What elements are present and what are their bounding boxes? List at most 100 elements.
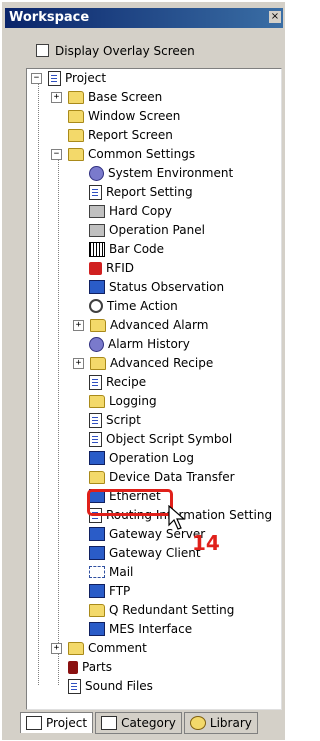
expand-icon[interactable]: + <box>51 91 62 103</box>
tree-item-hard-copy[interactable]: Hard Copy <box>89 202 172 220</box>
folder-icon <box>90 318 106 332</box>
tree-item-base-screen[interactable]: + Base Screen <box>51 88 162 106</box>
tree-item-gateway-client[interactable]: Gateway Client <box>89 544 201 562</box>
tree-item-label: Hard Copy <box>109 204 172 218</box>
folder-icon <box>68 90 84 104</box>
gateway-client-icon <box>89 546 105 560</box>
tree-line <box>58 157 59 685</box>
barcode-icon <box>89 241 105 257</box>
clock-icon <box>89 299 103 313</box>
tree-line <box>38 81 39 685</box>
tree-item-label: Bar Code <box>109 242 165 256</box>
operation-panel-icon <box>89 223 105 237</box>
tree-item-operation-log[interactable]: Operation Log <box>89 449 194 467</box>
tree-item-parts[interactable]: Parts <box>68 658 112 676</box>
display-overlay-checkbox[interactable] <box>36 44 49 57</box>
expand-icon[interactable]: + <box>73 357 84 369</box>
folder-icon <box>89 470 105 484</box>
tab-library[interactable]: Library <box>183 712 258 734</box>
tree-item-label: Gateway Server <box>109 527 206 541</box>
report-setting-icon <box>89 184 102 200</box>
tree-item-label: Recipe <box>106 375 147 389</box>
display-overlay-option[interactable]: Display Overlay Screen <box>36 44 195 60</box>
tree-item-report-screen[interactable]: Report Screen <box>68 126 173 144</box>
tree-item-label: Advanced Alarm <box>110 318 209 332</box>
expand-icon[interactable]: + <box>73 319 84 331</box>
tree-item-mail[interactable]: Mail <box>89 563 133 581</box>
close-icon[interactable]: × <box>269 11 281 23</box>
operation-log-icon <box>89 451 105 465</box>
folder-icon <box>90 356 106 370</box>
tree-item-label: Device Data Transfer <box>109 470 235 484</box>
tree-item-advanced-alarm[interactable]: + Advanced Alarm <box>73 316 208 334</box>
tree-item-time-action[interactable]: Time Action <box>89 297 178 315</box>
tree-item-comment[interactable]: + Comment <box>51 639 147 657</box>
folder-icon <box>68 109 84 123</box>
tree-item-window-screen[interactable]: Window Screen <box>68 107 180 125</box>
display-overlay-label: Display Overlay Screen <box>55 44 195 58</box>
collapse-icon[interactable]: − <box>31 72 42 84</box>
workspace-titlebar[interactable]: Workspace × <box>5 8 283 28</box>
tree-item-system-environment[interactable]: System Environment <box>89 164 233 182</box>
tree-item-ftp[interactable]: FTP <box>89 582 130 600</box>
alarm-history-icon <box>89 336 104 352</box>
tree-item-label: Project <box>65 71 107 85</box>
tree-item-script[interactable]: Script <box>89 411 141 429</box>
folder-icon <box>89 394 105 408</box>
tree-item-project[interactable]: − Project <box>31 69 106 87</box>
tree-item-object-script-symbol[interactable]: Object Script Symbol <box>89 430 232 448</box>
expand-icon[interactable]: + <box>51 642 62 654</box>
tree-item-gateway-server[interactable]: Gateway Server <box>89 525 205 543</box>
tab-project[interactable]: Project <box>20 712 94 733</box>
workspace-tabs: Project Category Library <box>20 712 260 734</box>
tab-category[interactable]: Category <box>95 712 182 734</box>
tree-item-label: Parts <box>82 660 112 674</box>
hard-copy-icon <box>89 204 105 218</box>
project-icon <box>26 716 42 730</box>
system-environment-icon <box>89 165 104 181</box>
tree-item-label: Base Screen <box>88 90 163 104</box>
tree-item-status-observation[interactable]: Status Observation <box>89 278 224 296</box>
rfid-icon <box>89 261 102 275</box>
parts-icon <box>68 660 78 674</box>
tree-item-label: Operation Log <box>109 451 194 465</box>
tree-item-q-redundant-setting[interactable]: Q Redundant Setting <box>89 601 234 619</box>
gateway-server-icon <box>89 527 105 541</box>
workspace-title: Workspace <box>9 10 90 25</box>
script-icon <box>89 412 102 428</box>
tree-item-label: Time Action <box>107 299 178 313</box>
tree-item-label: Script <box>106 413 141 427</box>
tree-item-logging[interactable]: Logging <box>89 392 157 410</box>
tree-item-report-setting[interactable]: Report Setting <box>89 183 193 201</box>
category-icon <box>101 716 118 730</box>
tree-item-mes-interface[interactable]: MES Interface <box>89 620 192 638</box>
q-redundant-icon <box>89 603 105 617</box>
collapse-icon[interactable]: − <box>51 148 62 160</box>
recipe-icon <box>89 374 102 390</box>
tree-item-label: Window Screen <box>88 109 181 123</box>
tree-item-sound-files[interactable]: Sound Files <box>68 677 153 695</box>
tree-item-advanced-recipe[interactable]: + Advanced Recipe <box>73 354 213 372</box>
tree-item-rfid[interactable]: RFID <box>89 259 134 277</box>
tree-item-operation-panel[interactable]: Operation Panel <box>89 221 205 239</box>
tab-label: Category <box>121 716 176 730</box>
tree-item-label: Mail <box>109 565 134 579</box>
library-icon <box>189 716 206 730</box>
tree-item-label: Advanced Recipe <box>110 356 214 370</box>
tree-item-alarm-history[interactable]: Alarm History <box>89 335 190 353</box>
ethernet-highlight-box <box>87 489 173 516</box>
tree-item-label: System Environment <box>108 166 234 180</box>
tree-item-bar-code[interactable]: Bar Code <box>89 240 164 258</box>
ftp-icon <box>89 584 105 598</box>
tree-item-label: MES Interface <box>109 622 193 636</box>
tree-item-label: Gateway Client <box>109 546 201 560</box>
tree-item-label: RFID <box>106 261 135 275</box>
tree-item-label: Q Redundant Setting <box>109 603 235 617</box>
tab-label: Project <box>46 716 88 730</box>
tree-item-device-data-transfer[interactable]: Device Data Transfer <box>89 468 235 486</box>
tree-item-common-settings[interactable]: − Common Settings <box>51 145 195 163</box>
tree-item-label: Operation Panel <box>109 223 205 237</box>
tree-item-recipe[interactable]: Recipe <box>89 373 146 391</box>
project-icon <box>48 70 61 86</box>
tree-item-label: Logging <box>109 394 157 408</box>
